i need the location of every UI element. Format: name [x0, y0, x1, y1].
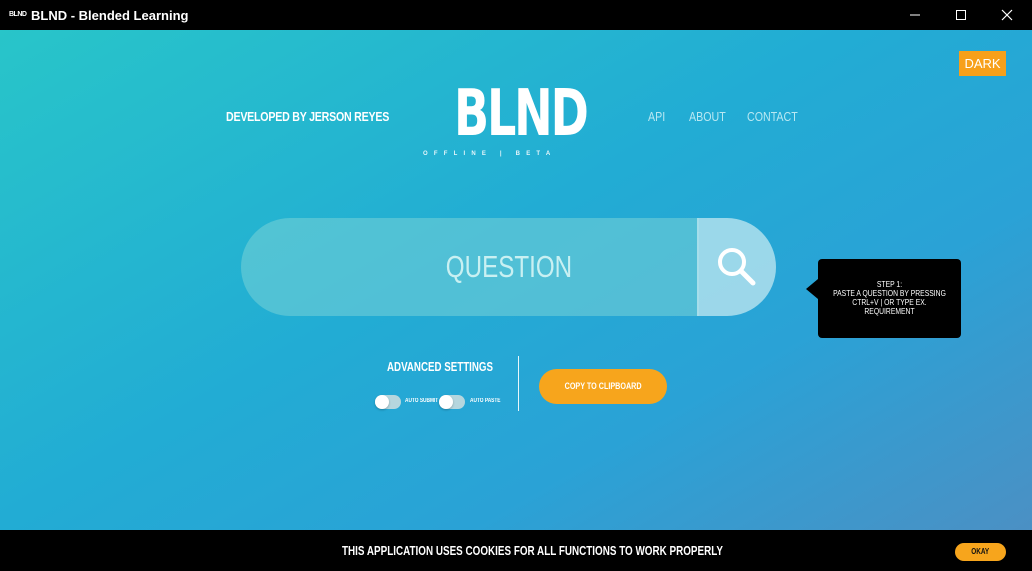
auto-paste-label: AUTO PASTE	[470, 398, 501, 404]
minimize-button[interactable]	[892, 0, 938, 30]
nav-contact-link[interactable]: CONTACT	[747, 109, 798, 124]
tooltip-line: REQUIREMENT	[864, 307, 915, 316]
advanced-settings-title: ADVANCED SETTINGS	[387, 359, 493, 374]
cookie-okay-button[interactable]: OKAY	[955, 543, 1006, 561]
minimize-icon	[910, 14, 920, 16]
toggle-knob	[375, 395, 389, 409]
okay-button-label: OKAY	[971, 547, 990, 556]
developer-credit: DEVELOPED BY JERSON REYES	[226, 109, 390, 124]
settings-divider	[518, 356, 519, 411]
search-button[interactable]	[697, 218, 776, 316]
tooltip-line: PASTE A QUESTION BY PRESSING	[833, 289, 946, 298]
close-button[interactable]	[984, 0, 1030, 30]
tooltip-line: CTRL+V | OR TYPE EX.	[852, 298, 927, 307]
cookie-message: THIS APPLICATION USES COOKIES FOR ALL FU…	[342, 543, 723, 558]
cookie-banner: THIS APPLICATION USES COOKIES FOR ALL FU…	[0, 530, 1032, 571]
maximize-icon	[956, 10, 966, 20]
window-title: BLND - Blended Learning	[31, 8, 189, 23]
close-icon	[1001, 9, 1013, 21]
copy-to-clipboard-button[interactable]: COPY TO CLIPBOARD	[539, 369, 667, 404]
auto-paste-toggle[interactable]	[439, 395, 465, 409]
nav-about-link[interactable]: ABOUT	[689, 109, 726, 124]
maximize-button[interactable]	[938, 0, 984, 30]
toggle-knob	[439, 395, 453, 409]
step-tooltip: STEP 1: PASTE A QUESTION BY PRESSING CTR…	[806, 259, 961, 338]
logo-subtitle: OFFLINE | BETA	[423, 151, 557, 157]
question-input[interactable]	[241, 218, 699, 316]
main-area: DARK DEVELOPED BY JERSON REYES BLND OFFL…	[0, 30, 1032, 530]
app-logo: BLND	[454, 77, 589, 151]
auto-submit-toggle[interactable]	[375, 395, 401, 409]
auto-submit-label: AUTO SUBMIT	[405, 398, 439, 404]
app-icon: BLND	[9, 11, 27, 18]
dark-mode-button[interactable]: DARK	[959, 51, 1006, 76]
nav-api-link[interactable]: API	[648, 109, 665, 124]
tooltip-line: STEP 1:	[876, 280, 903, 289]
copy-button-label: COPY TO CLIPBOARD	[564, 381, 642, 391]
window-titlebar: BLND BLND - Blended Learning	[0, 0, 1032, 30]
search-icon	[717, 248, 755, 286]
